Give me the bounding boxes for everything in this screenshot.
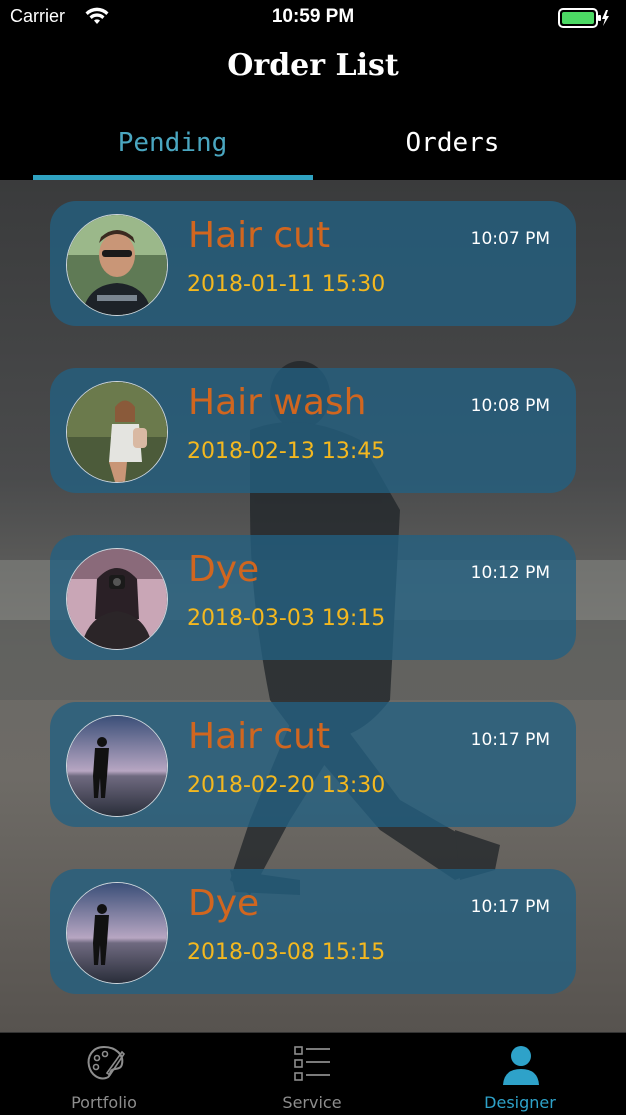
- order-time: 10:08 PM: [470, 396, 550, 416]
- bottom-tab-bar: Portfolio Service Designer: [0, 1032, 626, 1115]
- order-card[interactable]: Dye 2018-03-03 19:15 10:12 PM: [50, 535, 576, 660]
- order-time: 10:17 PM: [470, 730, 550, 750]
- appointment-datetime: 2018-02-13 13:45: [187, 439, 386, 464]
- clock: 10:59 PM: [271, 6, 355, 27]
- order-card[interactable]: Hair cut 2018-02-20 13:30 10:17 PM: [50, 702, 576, 827]
- tabbar-item-portfolio[interactable]: Portfolio: [0, 1033, 208, 1115]
- person-icon: [503, 1046, 539, 1085]
- order-time: 10:12 PM: [470, 563, 550, 583]
- order-card[interactable]: Hair wash 2018-02-13 13:45 10:08 PM: [50, 368, 576, 493]
- service-name: Hair wash: [188, 382, 367, 423]
- avatar: [66, 715, 168, 817]
- segment-tabs: Pending Orders: [0, 110, 626, 180]
- service-name: Dye: [188, 883, 260, 924]
- tabbar-label: Designer: [484, 1093, 556, 1112]
- service-name: Dye: [188, 549, 260, 590]
- palette-icon: [87, 1045, 126, 1080]
- avatar: [66, 548, 168, 650]
- tab-orders[interactable]: Orders: [296, 128, 609, 158]
- appointment-datetime: 2018-03-08 15:15: [187, 940, 386, 965]
- tab-pending[interactable]: Pending: [16, 128, 329, 158]
- appointment-datetime: 2018-01-11 15:30: [187, 272, 386, 297]
- order-time: 10:07 PM: [470, 229, 550, 249]
- tabbar-item-designer[interactable]: Designer: [416, 1033, 624, 1115]
- list-icon: [294, 1046, 330, 1081]
- avatar: [66, 882, 168, 984]
- order-time: 10:17 PM: [470, 897, 550, 917]
- avatar: [66, 214, 168, 316]
- order-card[interactable]: Hair cut 2018-01-11 15:30 10:07 PM: [50, 201, 576, 326]
- appointment-datetime: 2018-02-20 13:30: [187, 773, 386, 798]
- battery-icon: [558, 8, 609, 28]
- tabbar-label: Portfolio: [71, 1093, 137, 1112]
- tabbar-label: Service: [282, 1093, 342, 1112]
- tabbar-item-service[interactable]: Service: [208, 1033, 416, 1115]
- status-bar: Carrier 10:59 PM: [0, 0, 626, 36]
- order-list[interactable]: Hair cut 2018-01-11 15:30 10:07 PM Hair …: [0, 180, 626, 1032]
- order-card[interactable]: Dye 2018-03-08 15:15 10:17 PM: [50, 869, 576, 994]
- page-title: Order List: [227, 48, 399, 83]
- service-name: Hair cut: [188, 716, 331, 757]
- appointment-datetime: 2018-03-03 19:15: [187, 606, 386, 631]
- service-name: Hair cut: [188, 215, 331, 256]
- avatar: [66, 381, 168, 483]
